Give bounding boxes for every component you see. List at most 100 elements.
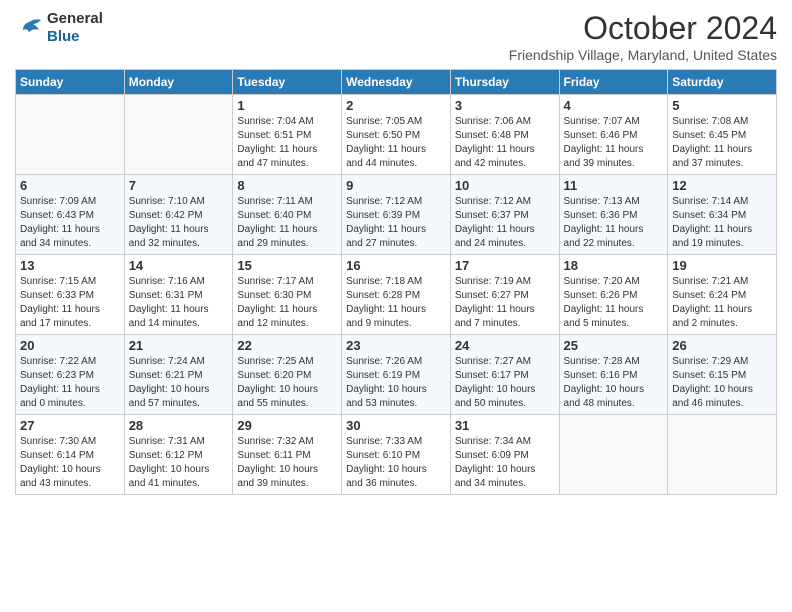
day-number: 12 bbox=[672, 178, 772, 193]
calendar-cell: 13 Sunrise: 7:15 AMSunset: 6:33 PMDayligh… bbox=[16, 255, 125, 335]
day-number: 20 bbox=[20, 338, 120, 353]
day-info: Sunrise: 7:08 AMSunset: 6:45 PMDaylight:… bbox=[672, 115, 772, 171]
calendar-cell: 12 Sunrise: 7:14 AMSunset: 6:34 PMDayligh… bbox=[668, 175, 777, 255]
calendar-cell: 10 Sunrise: 7:12 AMSunset: 6:37 PMDayligh… bbox=[450, 175, 559, 255]
day-info: Sunrise: 7:30 AMSunset: 6:14 PMDaylight:… bbox=[20, 435, 120, 491]
day-number: 8 bbox=[237, 178, 337, 193]
calendar-cell bbox=[16, 95, 125, 175]
calendar-cell: 22 Sunrise: 7:25 AMSunset: 6:20 PMDayligh… bbox=[233, 335, 342, 415]
calendar-cell: 28 Sunrise: 7:31 AMSunset: 6:12 PMDayligh… bbox=[124, 415, 233, 495]
calendar-cell: 31 Sunrise: 7:34 AMSunset: 6:09 PMDayligh… bbox=[450, 415, 559, 495]
calendar-week-row: 20 Sunrise: 7:22 AMSunset: 6:23 PMDayligh… bbox=[16, 335, 777, 415]
day-number: 7 bbox=[129, 178, 229, 193]
calendar-table: SundayMondayTuesdayWednesdayThursdayFrid… bbox=[15, 69, 777, 495]
day-number: 16 bbox=[346, 258, 446, 273]
calendar-cell: 17Sunrise: 7:19 AMSunset: 6:27 PMDayligh… bbox=[450, 255, 559, 335]
day-number: 21 bbox=[129, 338, 229, 353]
calendar-cell: 29 Sunrise: 7:32 AMSunset: 6:11 PMDayligh… bbox=[233, 415, 342, 495]
day-number: 25 bbox=[564, 338, 664, 353]
day-number: 6 bbox=[20, 178, 120, 193]
calendar-cell: 25 Sunrise: 7:28 AMSunset: 6:16 PMDayligh… bbox=[559, 335, 668, 415]
calendar-cell: 30 Sunrise: 7:33 AMSunset: 6:10 PMDayligh… bbox=[342, 415, 451, 495]
day-header-saturday: Saturday bbox=[668, 70, 777, 95]
day-number: 4 bbox=[564, 98, 664, 113]
day-info: Sunrise: 7:21 AMSunset: 6:24 PMDaylight:… bbox=[672, 275, 772, 331]
day-number: 27 bbox=[20, 418, 120, 433]
day-info: Sunrise: 7:24 AMSunset: 6:21 PMDaylight:… bbox=[129, 355, 229, 411]
calendar-cell: 21 Sunrise: 7:24 AMSunset: 6:21 PMDayligh… bbox=[124, 335, 233, 415]
calendar-cell: 14 Sunrise: 7:16 AMSunset: 6:31 PMDayligh… bbox=[124, 255, 233, 335]
calendar-cell: 2Sunrise: 7:05 AMSunset: 6:50 PMDaylight… bbox=[342, 95, 451, 175]
day-info: Sunrise: 7:31 AMSunset: 6:12 PMDaylight:… bbox=[129, 435, 229, 491]
day-info: Sunrise: 7:17 AMSunset: 6:30 PMDaylight:… bbox=[237, 275, 337, 331]
day-info: Sunrise: 7:32 AMSunset: 6:11 PMDaylight:… bbox=[237, 435, 337, 491]
calendar-cell: 6 Sunrise: 7:09 AMSunset: 6:43 PMDaylight… bbox=[16, 175, 125, 255]
logo-blue-text: Blue bbox=[47, 28, 80, 45]
calendar-cell: 26 Sunrise: 7:29 AMSunset: 6:15 PMDayligh… bbox=[668, 335, 777, 415]
calendar-cell: 27 Sunrise: 7:30 AMSunset: 6:14 PMDayligh… bbox=[16, 415, 125, 495]
day-number: 9 bbox=[346, 178, 446, 193]
calendar-cell: 24 Sunrise: 7:27 AMSunset: 6:17 PMDayligh… bbox=[450, 335, 559, 415]
day-number: 29 bbox=[237, 418, 337, 433]
day-info: Sunrise: 7:09 AMSunset: 6:43 PMDaylight:… bbox=[20, 195, 120, 251]
day-info: Sunrise: 7:15 AMSunset: 6:33 PMDaylight:… bbox=[20, 275, 120, 331]
day-number: 26 bbox=[672, 338, 772, 353]
day-header-friday: Friday bbox=[559, 70, 668, 95]
day-info: Sunrise: 7:13 AMSunset: 6:36 PMDaylight:… bbox=[564, 195, 664, 251]
calendar-cell: 5 Sunrise: 7:08 AMSunset: 6:45 PMDaylight… bbox=[668, 95, 777, 175]
header: General Blue October 2024 Friendship Vil… bbox=[15, 10, 777, 63]
calendar-header-row: SundayMondayTuesdayWednesdayThursdayFrid… bbox=[16, 70, 777, 95]
calendar-week-row: 13 Sunrise: 7:15 AMSunset: 6:33 PMDayligh… bbox=[16, 255, 777, 335]
day-number: 3 bbox=[455, 98, 555, 113]
day-header-thursday: Thursday bbox=[450, 70, 559, 95]
calendar-cell bbox=[668, 415, 777, 495]
day-header-sunday: Sunday bbox=[16, 70, 125, 95]
day-info: Sunrise: 7:06 AMSunset: 6:48 PMDaylight:… bbox=[455, 115, 555, 171]
day-header-tuesday: Tuesday bbox=[233, 70, 342, 95]
day-number: 23 bbox=[346, 338, 446, 353]
day-info: Sunrise: 7:33 AMSunset: 6:10 PMDaylight:… bbox=[346, 435, 446, 491]
day-number: 22 bbox=[237, 338, 337, 353]
logo-general-text: General bbox=[47, 10, 103, 27]
calendar-cell: 11 Sunrise: 7:13 AMSunset: 6:36 PMDayligh… bbox=[559, 175, 668, 255]
calendar-cell: 8Sunrise: 7:11 AMSunset: 6:40 PMDaylight… bbox=[233, 175, 342, 255]
calendar-cell: 3 Sunrise: 7:06 AMSunset: 6:48 PMDaylight… bbox=[450, 95, 559, 175]
day-number: 5 bbox=[672, 98, 772, 113]
day-number: 14 bbox=[129, 258, 229, 273]
day-info: Sunrise: 7:28 AMSunset: 6:16 PMDaylight:… bbox=[564, 355, 664, 411]
day-header-wednesday: Wednesday bbox=[342, 70, 451, 95]
day-number: 28 bbox=[129, 418, 229, 433]
day-number: 11 bbox=[564, 178, 664, 193]
day-number: 31 bbox=[455, 418, 555, 433]
calendar-week-row: 1Sunrise: 7:04 AMSunset: 6:51 PMDaylight… bbox=[16, 95, 777, 175]
day-info: Sunrise: 7:22 AMSunset: 6:23 PMDaylight:… bbox=[20, 355, 120, 411]
day-number: 13 bbox=[20, 258, 120, 273]
day-info: Sunrise: 7:34 AMSunset: 6:09 PMDaylight:… bbox=[455, 435, 555, 491]
calendar-cell: 20 Sunrise: 7:22 AMSunset: 6:23 PMDayligh… bbox=[16, 335, 125, 415]
day-number: 30 bbox=[346, 418, 446, 433]
day-info: Sunrise: 7:29 AMSunset: 6:15 PMDaylight:… bbox=[672, 355, 772, 411]
day-info: Sunrise: 7:19 AMSunset: 6:27 PMDaylight:… bbox=[455, 275, 555, 331]
day-info: Sunrise: 7:12 AMSunset: 6:37 PMDaylight:… bbox=[455, 195, 555, 251]
calendar-cell: 23 Sunrise: 7:26 AMSunset: 6:19 PMDayligh… bbox=[342, 335, 451, 415]
day-info: Sunrise: 7:26 AMSunset: 6:19 PMDaylight:… bbox=[346, 355, 446, 411]
day-info: Sunrise: 7:10 AMSunset: 6:42 PMDaylight:… bbox=[129, 195, 229, 251]
title-area: October 2024 Friendship Village, Marylan… bbox=[509, 10, 777, 63]
day-number: 24 bbox=[455, 338, 555, 353]
calendar-cell: 15Sunrise: 7:17 AMSunset: 6:30 PMDayligh… bbox=[233, 255, 342, 335]
calendar-cell: 16 Sunrise: 7:18 AMSunset: 6:28 PMDayligh… bbox=[342, 255, 451, 335]
day-info: Sunrise: 7:16 AMSunset: 6:31 PMDaylight:… bbox=[129, 275, 229, 331]
calendar-cell bbox=[124, 95, 233, 175]
day-number: 10 bbox=[455, 178, 555, 193]
calendar-cell: 4Sunrise: 7:07 AMSunset: 6:46 PMDaylight… bbox=[559, 95, 668, 175]
day-info: Sunrise: 7:25 AMSunset: 6:20 PMDaylight:… bbox=[237, 355, 337, 411]
day-info: Sunrise: 7:27 AMSunset: 6:17 PMDaylight:… bbox=[455, 355, 555, 411]
day-number: 1 bbox=[237, 98, 337, 113]
calendar-cell: 1Sunrise: 7:04 AMSunset: 6:51 PMDaylight… bbox=[233, 95, 342, 175]
location-title: Friendship Village, Maryland, United Sta… bbox=[509, 47, 777, 63]
day-info: Sunrise: 7:12 AMSunset: 6:39 PMDaylight:… bbox=[346, 195, 446, 251]
calendar-cell: 7 Sunrise: 7:10 AMSunset: 6:42 PMDaylight… bbox=[124, 175, 233, 255]
logo-icon bbox=[15, 14, 43, 42]
day-info: Sunrise: 7:14 AMSunset: 6:34 PMDaylight:… bbox=[672, 195, 772, 251]
day-info: Sunrise: 7:18 AMSunset: 6:28 PMDaylight:… bbox=[346, 275, 446, 331]
